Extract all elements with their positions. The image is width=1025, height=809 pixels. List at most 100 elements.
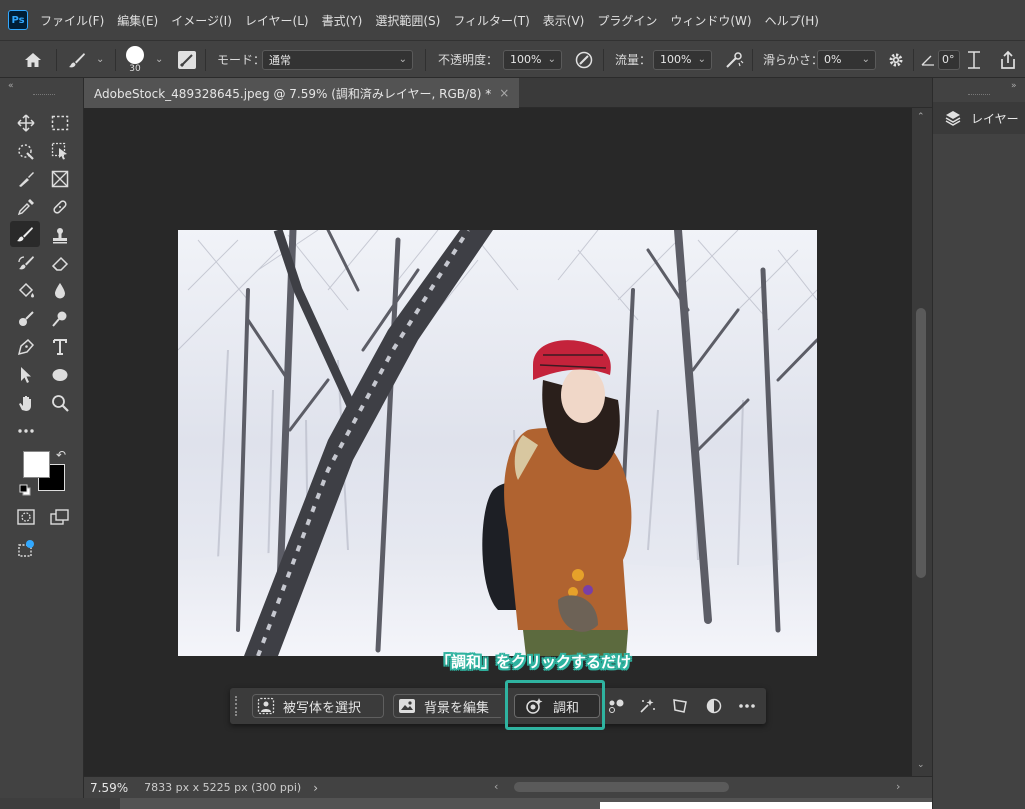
more-tools-icon[interactable] xyxy=(14,420,38,442)
harmonize-highlight-box xyxy=(505,680,605,730)
generative-fill-icon[interactable] xyxy=(14,538,38,560)
blur-tool-icon[interactable] xyxy=(48,280,72,302)
more-options-icon[interactable] xyxy=(737,696,757,716)
collapse-panel-icon[interactable]: » xyxy=(1011,81,1017,91)
sparkle-wand-icon[interactable] xyxy=(637,696,657,716)
status-menu-arrow[interactable]: › xyxy=(313,781,318,795)
object-selection-tool-icon[interactable] xyxy=(48,140,72,162)
home-icon[interactable] xyxy=(24,41,42,78)
eraser-tool-icon[interactable] xyxy=(48,252,72,274)
paint-bucket-tool-icon[interactable] xyxy=(14,280,38,302)
document-info[interactable]: 7833 px x 5225 px (300 ppi) xyxy=(144,781,301,794)
pressure-opacity-icon[interactable] xyxy=(574,41,594,78)
gear-icon[interactable] xyxy=(887,41,905,78)
photoshop-logo: Ps xyxy=(8,10,28,30)
close-tab-icon[interactable]: × xyxy=(499,86,509,100)
flow-value: 100% xyxy=(660,53,692,66)
document-tab-title: AdobeStock_489328645.jpeg @ 7.59% (調和済みレ… xyxy=(94,86,492,101)
vertical-scrollbar[interactable]: ⌃ ⌄ xyxy=(912,108,932,776)
swap-colors-icon[interactable]: ↶ xyxy=(56,448,66,462)
brush-settings-icon[interactable] xyxy=(177,41,197,78)
burn-tool-icon[interactable] xyxy=(48,308,72,330)
smoothing-input[interactable]: 0% ⌄ xyxy=(817,49,876,70)
menu-image[interactable]: イメージ(I) xyxy=(171,12,232,29)
horizontal-scroll-thumb[interactable] xyxy=(514,782,729,792)
transform-icon[interactable] xyxy=(670,696,690,716)
menu-plugins[interactable]: プラグイン xyxy=(597,12,657,29)
opacity-value: 100% xyxy=(510,53,542,66)
healing-brush-tool-icon[interactable] xyxy=(48,196,72,218)
dodge-tool-icon[interactable] xyxy=(14,308,38,330)
hand-tool-icon[interactable] xyxy=(14,392,38,414)
select-subject-button[interactable]: 被写体を選択 xyxy=(252,694,384,718)
eyedropper-tool-icon[interactable] xyxy=(14,196,38,218)
menu-layer[interactable]: レイヤー(L) xyxy=(245,12,309,29)
opacity-label: 不透明度： xyxy=(438,53,499,67)
menu-file[interactable]: ファイル(F) xyxy=(40,12,104,29)
angle-input[interactable]: 0° xyxy=(938,49,960,70)
chevron-right-icon[interactable]: › xyxy=(896,780,900,793)
brush-size-value: 30 xyxy=(129,63,141,74)
menu-type[interactable]: 書式(Y) xyxy=(322,12,363,29)
opacity-input[interactable]: 100% ⌄ xyxy=(503,49,562,70)
menu-help[interactable]: ヘルプ(H) xyxy=(765,12,819,29)
flow-input[interactable]: 100% ⌄ xyxy=(653,49,712,70)
document-tab[interactable]: AdobeStock_489328645.jpeg @ 7.59% (調和済みレ… xyxy=(84,78,520,108)
quick-selection-tool-icon[interactable] xyxy=(14,140,38,162)
layers-panel-button[interactable]: レイヤー xyxy=(933,102,1025,134)
pen-brush-tool-icon[interactable] xyxy=(14,168,38,190)
history-brush-tool-icon[interactable] xyxy=(14,252,38,274)
chevron-down-icon[interactable]: ⌄ xyxy=(917,760,925,770)
symmetry-icon[interactable] xyxy=(966,41,982,78)
collapse-panel-icon[interactable]: « xyxy=(8,81,14,91)
adjustment-layer-icon[interactable] xyxy=(704,696,724,716)
mode-select[interactable]: 通常 ⌄ xyxy=(262,49,413,70)
bottom-strip xyxy=(0,798,1025,809)
clone-stamp-tool-icon[interactable] xyxy=(48,224,72,246)
zoom-level[interactable]: 7.59% xyxy=(90,781,128,795)
ellipse-tool-icon[interactable] xyxy=(48,364,72,386)
taskbar-grip[interactable] xyxy=(235,696,241,716)
mode-value: 通常 xyxy=(269,53,291,67)
airbrush-icon[interactable] xyxy=(724,41,744,78)
menu-filter[interactable]: フィルター(T) xyxy=(453,12,529,29)
move-tool-icon[interactable] xyxy=(14,112,38,134)
smoothing-label: 滑らかさ： xyxy=(763,53,824,67)
edit-background-button[interactable]: 背景を編集 xyxy=(393,694,501,718)
brush-tool-icon[interactable] xyxy=(10,221,40,247)
smoothing-value: 0% xyxy=(824,53,842,66)
screen-mode-icon[interactable] xyxy=(48,506,72,528)
pen-tool-icon[interactable] xyxy=(14,336,38,358)
contextual-taskbar: 被写体を選択 背景を編集 調和 xyxy=(230,688,766,724)
chevron-down-icon[interactable]: ⌄ xyxy=(155,54,163,65)
share-icon[interactable] xyxy=(999,41,1017,78)
menu-window[interactable]: ウィンドウ(W) xyxy=(670,12,751,29)
chevron-down-icon: ⌄ xyxy=(547,53,556,65)
quick-mask-icon[interactable] xyxy=(14,506,38,528)
chevron-up-icon[interactable]: ⌃ xyxy=(917,112,925,122)
vertical-scroll-thumb[interactable] xyxy=(916,308,926,578)
canvas-photo[interactable] xyxy=(178,230,817,656)
brush-size-picker[interactable]: 30 xyxy=(126,41,144,78)
brush-tool-icon[interactable] xyxy=(68,41,86,78)
edit-background-icon xyxy=(398,697,416,715)
chevron-down-icon[interactable]: ⌄ xyxy=(96,54,104,65)
menu-select[interactable]: 選択範囲(S) xyxy=(375,12,440,29)
panel-grip[interactable] xyxy=(968,94,990,97)
type-tool-icon[interactable] xyxy=(48,336,72,358)
frame-tool-icon[interactable] xyxy=(48,168,72,190)
menu-bar: Ps ファイル(F) 編集(E) イメージ(I) レイヤー(L) 書式(Y) 選… xyxy=(0,0,1025,40)
generate-variations-icon[interactable] xyxy=(606,696,626,716)
default-colors-icon[interactable] xyxy=(19,484,31,499)
zoom-tool-icon[interactable] xyxy=(48,392,72,414)
select-subject-icon xyxy=(257,697,275,715)
menu-view[interactable]: 表示(V) xyxy=(543,12,585,29)
path-selection-tool-icon[interactable] xyxy=(14,364,38,386)
panel-grip[interactable] xyxy=(33,94,55,97)
chevron-left-icon[interactable]: ‹ xyxy=(494,780,498,793)
brush-preview-icon xyxy=(126,45,144,64)
menu-edit[interactable]: 編集(E) xyxy=(117,12,158,29)
foreground-color-swatch[interactable] xyxy=(23,451,50,478)
options-bar: ⌄ 30 ⌄ モード： 通常 ⌄ 不透明度： 100% ⌄ 流量： 100% ⌄… xyxy=(0,40,1025,78)
marquee-tool-icon[interactable] xyxy=(48,112,72,134)
